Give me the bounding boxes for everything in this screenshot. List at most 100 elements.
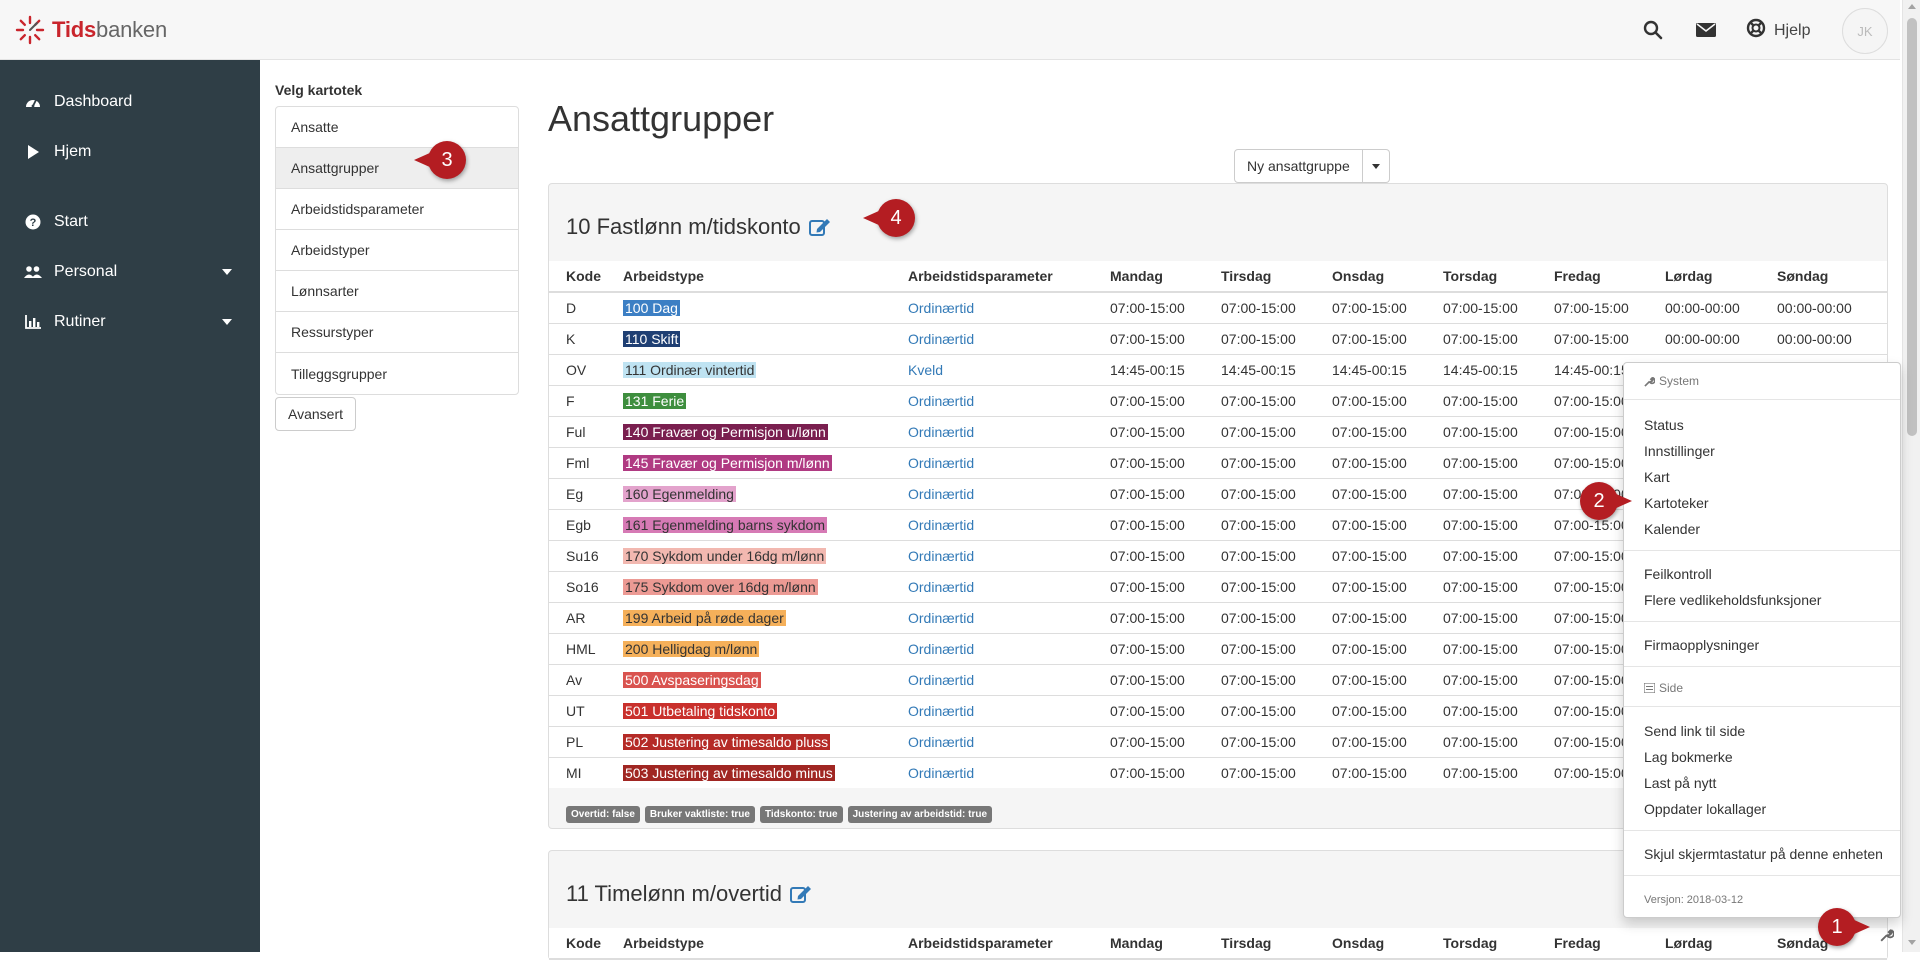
table-row[interactable]: K 110 Skift Ordinærtid 07:00-15:00 07:00-15:… — [549, 322, 1887, 354]
cell-arbeidstidsparameter-link[interactable]: Ordinærtid — [891, 694, 1093, 726]
kartotek-item-lonnsarter[interactable]: Lønnsarter — [276, 271, 518, 312]
marker-pointer — [414, 152, 432, 168]
column-header: Arbeidstype — [606, 928, 891, 960]
cell-arbeidstidsparameter-link[interactable]: Ordinærtid — [891, 539, 1093, 571]
cell-arbeidstidsparameter-link[interactable]: Ordinærtid — [891, 601, 1093, 633]
scrollbar-thumb[interactable] — [1907, 18, 1917, 436]
menu-divider — [1624, 875, 1900, 876]
cell-day: 07:00-15:00 — [1426, 539, 1537, 571]
system-menu: System Status Innstillinger Kart Kartote… — [1623, 362, 1901, 918]
advanced-button[interactable]: Avansert — [275, 397, 356, 431]
cell-kode: MI — [549, 756, 606, 788]
cell-arbeidstype: 161 Egenmelding barns sykdom — [606, 508, 891, 540]
kartotek-item-arbeidstyper[interactable]: Arbeidstyper — [276, 230, 518, 271]
edit-icon[interactable] — [790, 884, 812, 904]
menu-item-send-link[interactable]: Send link til side — [1644, 723, 1745, 739]
menu-item-status[interactable]: Status — [1644, 417, 1684, 433]
kartotek-item-ansattgrupper[interactable]: Ansattgrupper — [276, 148, 518, 189]
scroll-down-icon[interactable] — [1908, 940, 1916, 945]
cell-day: 07:00-15:00 — [1315, 539, 1426, 571]
cell-arbeidstype: 100 Dag — [606, 291, 891, 323]
users-icon — [24, 263, 42, 281]
cell-day: 07:00-15:00 — [1204, 384, 1315, 416]
new-group-dropdown-toggle[interactable] — [1362, 149, 1390, 183]
cell-arbeidstype: 170 Sykdom under 16dg m/lønn — [606, 539, 891, 571]
cell-kode: Egb — [549, 508, 606, 540]
help-button[interactable]: Hjelp — [1746, 18, 1810, 43]
sidebar-item-rutiner[interactable]: Rutiner — [0, 300, 260, 344]
chevron-down-icon — [222, 269, 232, 275]
brand-name-part2: banken — [96, 17, 168, 42]
cell-arbeidstidsparameter-link[interactable]: Ordinærtid — [891, 384, 1093, 416]
sidebar-item-personal[interactable]: Personal — [0, 250, 260, 294]
cell-arbeidstidsparameter-link[interactable]: Kveld — [891, 353, 1093, 385]
edit-icon[interactable] — [808, 217, 831, 237]
column-header: Tirsdag — [1204, 261, 1315, 293]
question-circle-icon: ? — [24, 213, 42, 231]
sidebar-item-dashboard[interactable]: Dashboard — [0, 80, 260, 124]
cell-arbeidstype: 501 Utbetaling tidskonto — [606, 694, 891, 726]
menu-divider — [1624, 666, 1900, 667]
table-header-row: Kode Arbeidstype Arbeidstidsparameter Manda… — [549, 261, 1887, 293]
help-label: Hjelp — [1774, 21, 1811, 39]
cell-kode: F — [549, 384, 606, 416]
cell-arbeidstidsparameter-link[interactable]: Ordinærtid — [891, 756, 1093, 788]
cell-arbeidstidsparameter-link[interactable]: Ordinærtid — [891, 322, 1093, 354]
menu-item-kartoteker[interactable]: Kartoteker — [1644, 495, 1709, 511]
menu-item-feilkontroll[interactable]: Feilkontroll — [1644, 566, 1712, 582]
column-header: Mandag — [1093, 261, 1204, 293]
arbeidstype-label: 175 Sykdom over 16dg m/lønn — [623, 578, 818, 595]
kartotek-item-tilleggsgrupper[interactable]: Tilleggsgrupper — [276, 353, 518, 394]
cell-arbeidstidsparameter-link[interactable]: Ordinærtid — [891, 725, 1093, 757]
menu-item-update-cache[interactable]: Oppdater lokallager — [1644, 801, 1766, 817]
scroll-up-icon[interactable] — [1908, 4, 1916, 9]
cell-arbeidstidsparameter-link[interactable]: Ordinærtid — [891, 570, 1093, 602]
cell-kode: K — [549, 322, 606, 354]
avatar[interactable]: JK — [1842, 8, 1888, 54]
cell-day: 07:00-15:00 — [1093, 508, 1204, 540]
menu-item-innstillinger[interactable]: Innstillinger — [1644, 443, 1715, 459]
marker-number: 3 — [441, 148, 453, 171]
menu-item-firmaopplysninger[interactable]: Firmaopplysninger — [1644, 637, 1759, 653]
sidebar: Dashboard Hjem ? Start Personal Rutiner — [0, 60, 260, 952]
kartotek-item-ressurstyper[interactable]: Ressurstyper — [276, 312, 518, 353]
menu-divider — [1624, 621, 1900, 622]
wrench-icon[interactable] — [1880, 928, 1896, 944]
cell-day: 07:00-15:00 — [1204, 570, 1315, 602]
kartotek-list: Ansatte Ansattgrupper Arbeidstidsparamet… — [275, 106, 519, 395]
menu-item-reload[interactable]: Last på nytt — [1644, 775, 1716, 791]
menu-divider — [1624, 830, 1900, 831]
search-icon[interactable] — [1641, 18, 1665, 42]
brand-logo[interactable]: Tidsbanken — [14, 12, 167, 48]
envelope-icon[interactable] — [1694, 18, 1718, 42]
cell-arbeidstidsparameter-link[interactable]: Ordinærtid — [891, 446, 1093, 478]
menu-item-hide-keyboard[interactable]: Skjul skjermtastatur på denne enheten — [1644, 846, 1883, 862]
menu-item-vedlikehold[interactable]: Flere vedlikeholdsfunksjoner — [1644, 592, 1821, 608]
sidebar-item-start[interactable]: ? Start — [0, 200, 260, 244]
menu-item-bookmark[interactable]: Lag bokmerke — [1644, 749, 1733, 765]
cell-arbeidstidsparameter-link[interactable]: Ordinærtid — [891, 415, 1093, 447]
column-header: Onsdag — [1315, 928, 1426, 960]
page-scrollbar[interactable] — [1902, 0, 1920, 952]
cell-arbeidstidsparameter-link[interactable]: Ordinærtid — [891, 663, 1093, 695]
cell-arbeidstype: 175 Sykdom over 16dg m/lønn — [606, 570, 891, 602]
new-group-button[interactable]: Ny ansattgruppe — [1234, 149, 1363, 183]
cell-arbeidstidsparameter-link[interactable]: Ordinærtid — [891, 291, 1093, 323]
cell-arbeidstidsparameter-link[interactable]: Ordinærtid — [891, 632, 1093, 664]
cell-day: 07:00-15:00 — [1537, 322, 1648, 354]
column-header: Arbeidstidsparameter — [891, 261, 1093, 293]
marker-pointer — [863, 210, 881, 226]
cell-day: 07:00-15:00 — [1315, 570, 1426, 602]
svg-text:?: ? — [30, 217, 37, 229]
cell-day: 07:00-15:00 — [1204, 446, 1315, 478]
table-row[interactable]: D 100 Dag Ordinærtid 07:00-15:00 07:00-15:00… — [549, 291, 1887, 323]
cell-arbeidstidsparameter-link[interactable]: Ordinærtid — [891, 477, 1093, 509]
cell-day: 07:00-15:00 — [1093, 632, 1204, 664]
sidebar-item-hjem[interactable]: Hjem — [0, 130, 260, 174]
menu-item-kalender[interactable]: Kalender — [1644, 521, 1700, 537]
menu-item-kart[interactable]: Kart — [1644, 469, 1670, 485]
cell-arbeidstidsparameter-link[interactable]: Ordinærtid — [891, 508, 1093, 540]
kartotek-item-arbeidstidsparameter[interactable]: Arbeidstidsparameter — [276, 189, 518, 230]
cell-kode: AR — [549, 601, 606, 633]
kartotek-item-ansatte[interactable]: Ansatte — [276, 107, 518, 148]
